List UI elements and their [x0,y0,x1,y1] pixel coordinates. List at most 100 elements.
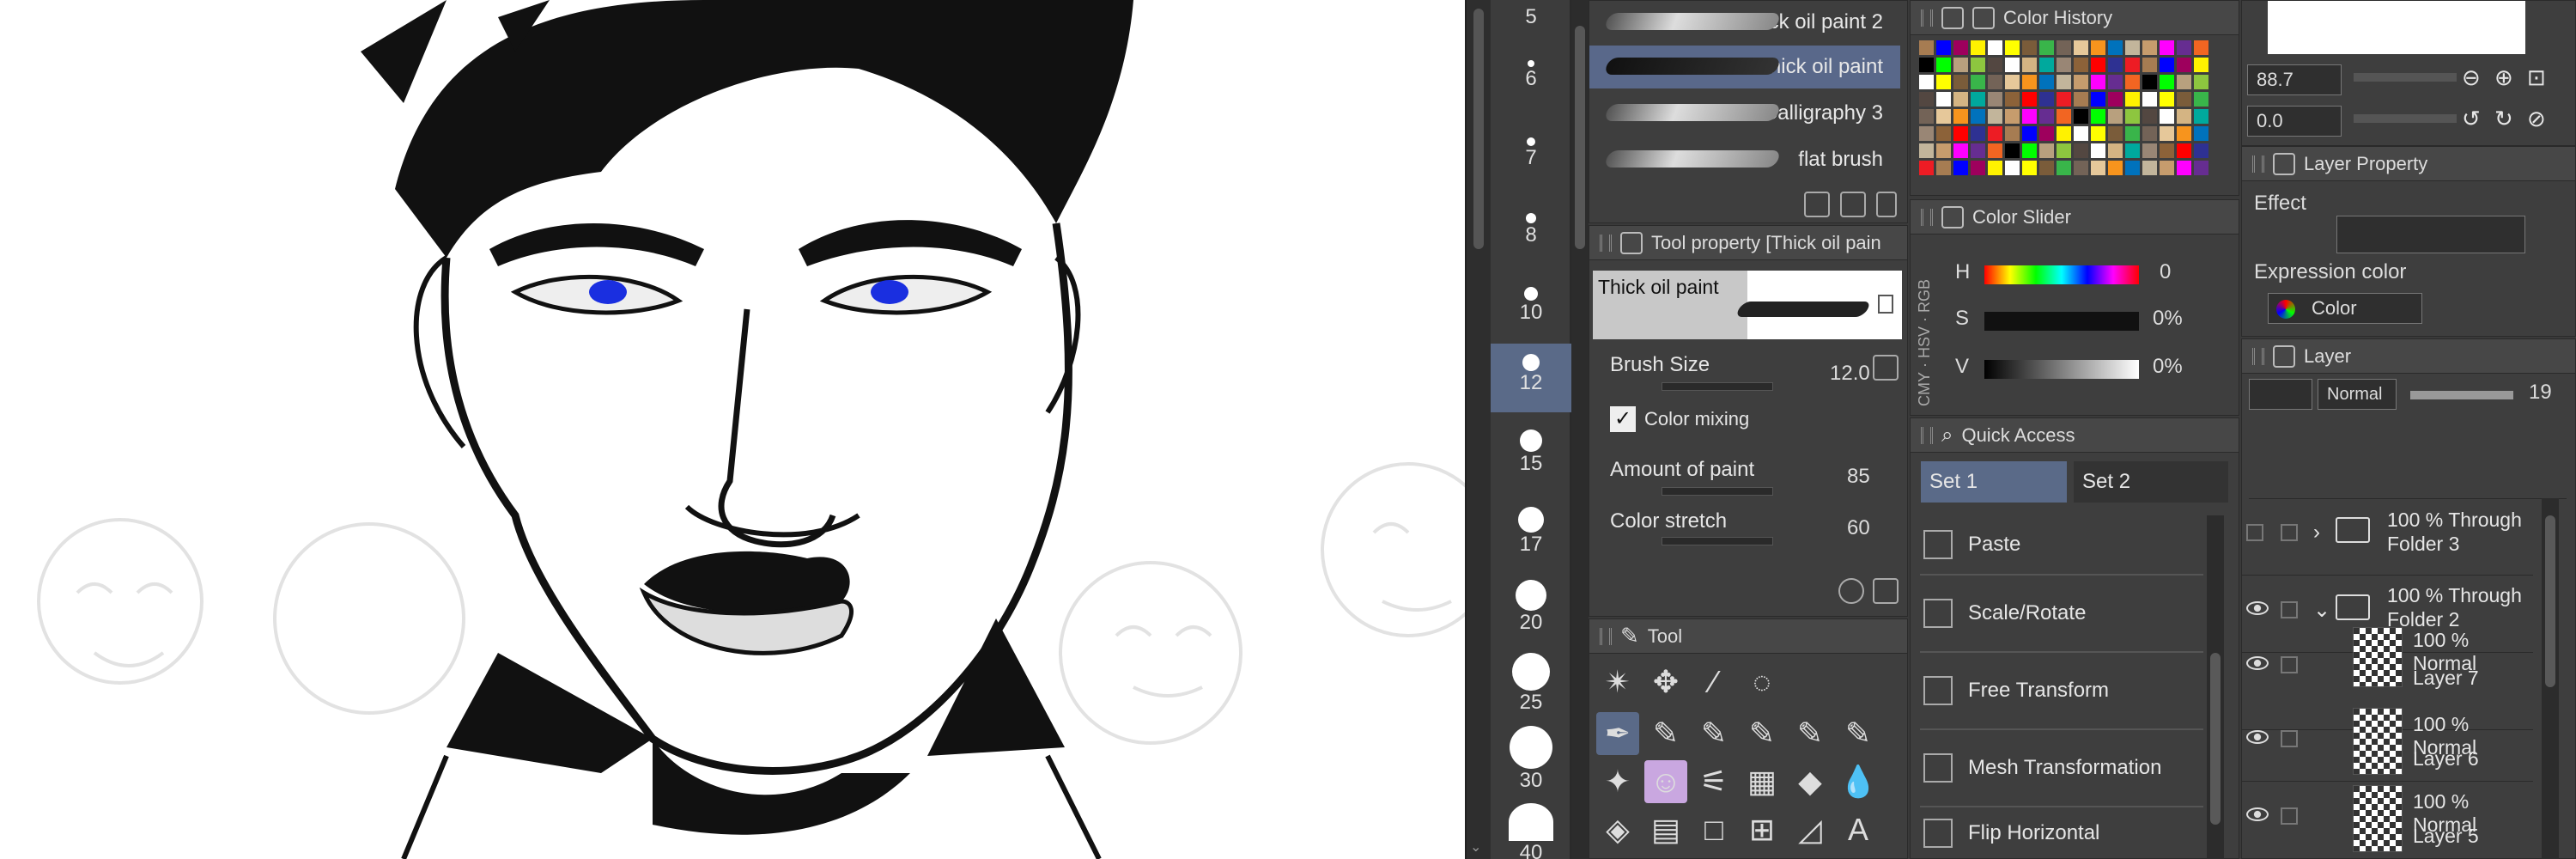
color-swatch[interactable] [2005,109,2020,124]
color-swatch[interactable] [2194,40,2208,55]
tab-hsv[interactable]: HSV [1916,326,1933,358]
3d-figure-tool-icon[interactable]: ☺ [1644,760,1687,803]
color-swatch[interactable] [1988,109,2002,124]
brush-size-item[interactable]: 30 [1491,726,1571,792]
color-swatch[interactable] [2125,40,2140,55]
tab-cmy[interactable]: CMY [1916,372,1933,406]
lock-checkbox[interactable] [2281,524,2298,541]
color-swatch[interactable] [2039,143,2054,158]
ruler-tool-icon[interactable]: ◿ [1789,808,1832,851]
stretch-slider[interactable] [1662,537,1773,545]
color-swatch[interactable] [1953,40,1968,55]
color-swatch[interactable] [2142,109,2157,124]
color-swatch[interactable] [1919,161,1934,175]
color-swatch[interactable] [2125,143,2140,158]
color-swatch[interactable] [2177,92,2191,107]
color-swatch[interactable] [2125,161,2140,175]
color-swatch[interactable] [1971,92,1985,107]
color-swatch[interactable] [2108,126,2123,141]
text-tool-icon[interactable]: A [1837,808,1880,851]
scrollbar-thumb[interactable] [2545,515,2555,687]
grip-icon[interactable] [1921,426,1933,444]
quick-access-mesh-transformation[interactable]: Mesh Transformation [1920,730,2203,807]
color-swatch[interactable] [2142,92,2157,107]
rotate-left-icon[interactable]: ↺ [2462,106,2481,132]
eye-icon[interactable] [2246,807,2269,821]
color-swatch[interactable] [1988,40,2002,55]
color-swatch[interactable] [2005,58,2020,72]
color-swatch[interactable] [1936,92,1951,107]
color-swatch[interactable] [2039,109,2054,124]
value-value[interactable]: 0% [2153,355,2183,379]
color-swatch[interactable] [2108,92,2123,107]
color-swatch[interactable] [2039,161,2054,175]
brush-item[interactable]: Thick oil paint 2 [1589,1,1900,44]
lasso-tool-icon[interactable]: ◌ [1741,661,1783,704]
layer-scrollbar[interactable] [2542,498,2559,859]
color-swatch[interactable] [2142,161,2157,175]
color-swatch[interactable] [2125,58,2140,72]
grip-icon[interactable] [2252,155,2264,173]
color-swatch[interactable] [2022,75,2037,89]
brush-size-item[interactable]: 25 [1491,653,1571,714]
color-swatch[interactable] [2125,126,2140,141]
color-swatch[interactable] [2005,126,2020,141]
brush-size-item[interactable]: 7 [1491,129,1571,198]
value-slider[interactable] [1984,360,2139,379]
color-swatch[interactable] [2142,126,2157,141]
color-swatch[interactable] [2160,40,2174,55]
brush-tool-icon[interactable]: ✒ [1596,712,1639,755]
color-swatch[interactable] [2091,40,2105,55]
marker-tool-icon[interactable]: ✎ [1741,712,1783,755]
blend-mode-select[interactable]: Normal [2318,379,2397,410]
color-swatch[interactable] [1919,58,1934,72]
color-swatch[interactable] [1936,126,1951,141]
color-swatch[interactable] [2125,75,2140,89]
brush-size-item-selected[interactable]: 12 [1491,344,1571,412]
color-swatch[interactable] [2039,40,2054,55]
import-brush-icon[interactable] [1804,192,1830,217]
decoration-tool-icon[interactable]: ✎ [1837,712,1880,755]
brush-size-item[interactable]: 17 [1491,507,1571,567]
color-swatch[interactable] [1953,92,1968,107]
scrollbar-thumb[interactable] [1473,9,1484,249]
rotation-slider[interactable] [2354,114,2457,123]
pencil-tool-icon[interactable]: ✎ [1692,712,1735,755]
color-swatch[interactable] [1919,75,1934,89]
quick-access-scale-rotate[interactable]: Scale/Rotate [1920,576,2203,653]
color-swatch[interactable] [2074,126,2088,141]
color-swatch[interactable] [1936,75,1951,89]
opacity-value[interactable]: 19 [2529,381,2552,405]
color-swatch[interactable] [2039,126,2054,141]
color-swatch[interactable] [1919,143,1934,158]
color-swatch[interactable] [1971,126,1985,141]
color-swatch[interactable] [2108,75,2123,89]
color-swatch[interactable] [2160,161,2174,175]
color-swatch[interactable] [2057,92,2071,107]
brush-size-slider[interactable] [1662,382,1773,391]
eye-icon[interactable] [2246,656,2269,670]
eye-icon[interactable] [2246,601,2269,615]
color-swatch[interactable] [2125,109,2140,124]
color-swatch[interactable] [2142,58,2157,72]
navigator-preview[interactable] [2268,1,2525,54]
grip-icon[interactable] [1921,208,1933,226]
chevron-right-icon[interactable]: › [2313,521,2320,545]
color-swatch[interactable] [2091,161,2105,175]
brush-size-scrollbar[interactable] [1571,0,1589,859]
scrollbar-thumb[interactable] [1575,26,1585,249]
color-swatch[interactable] [1953,75,1968,89]
color-swatch[interactable] [2160,92,2174,107]
color-wheel-tab-icon[interactable] [1941,6,1964,29]
eraser-tool-icon[interactable]: ◆ [1789,760,1832,803]
brush-item-selected[interactable]: Thick oil paint [1589,46,1900,88]
lock-checkbox[interactable] [2281,601,2298,618]
fill-tool-icon[interactable]: ◈ [1596,808,1639,851]
opacity-slider[interactable] [2410,391,2513,399]
eyedropper-tool-icon[interactable]: ⁄ [1692,661,1735,704]
color-swatch[interactable] [1919,126,1934,141]
color-swatch[interactable] [2022,109,2037,124]
color-swatch[interactable] [1953,109,1968,124]
layer-row-layer-6[interactable]: 100 % Normal Layer 6 [2241,704,2533,782]
color-swatch[interactable] [2005,40,2020,55]
